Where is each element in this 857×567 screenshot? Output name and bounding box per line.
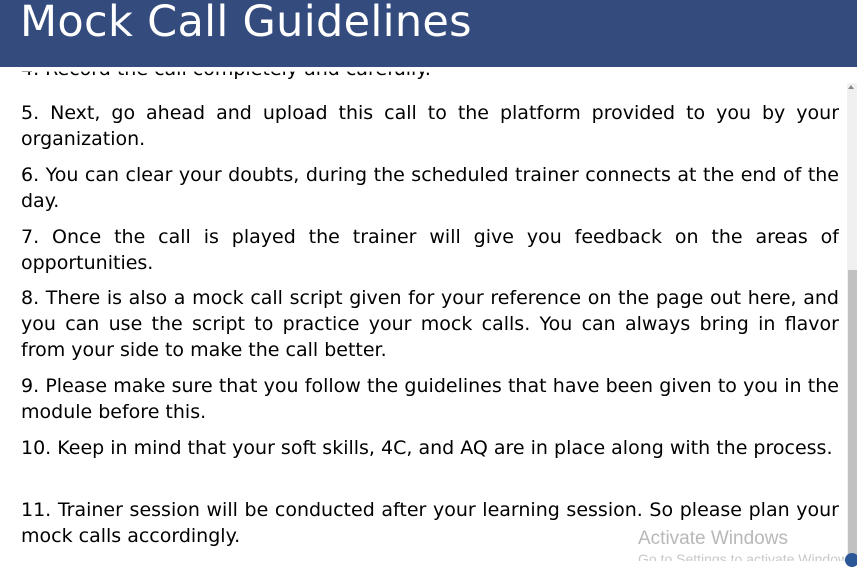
- list-item: 8. There is also a mock call script give…: [21, 287, 839, 361]
- guidelines-content: 4. Record the call completely and carefu…: [21, 68, 839, 561]
- page-title: Mock Call Guidelines: [20, 0, 472, 47]
- scrollbar-thumb[interactable]: [848, 270, 857, 561]
- header-bar: Mock Call Guidelines: [0, 0, 857, 67]
- list-item: 5. Next, go ahead and upload this call t…: [21, 102, 839, 150]
- partial-list-item: 4. Record the call completely and carefu…: [21, 68, 431, 80]
- notification-badge-icon: [845, 553, 857, 567]
- activate-windows-subtext: Go to Settings to activate Windows.: [638, 551, 848, 561]
- list-item: 7. Once the call is played the trainer w…: [21, 226, 839, 274]
- activate-windows-watermark: Activate Windows: [638, 528, 788, 549]
- scroll-up-arrow-icon[interactable]: [848, 85, 854, 89]
- list-item: 10. Keep in mind that your soft skills, …: [21, 437, 833, 459]
- list-item: 9. Please make sure that you follow the …: [21, 375, 839, 423]
- vertical-scrollbar[interactable]: [847, 83, 857, 561]
- list-item: 6. You can clear your doubts, during the…: [21, 164, 839, 212]
